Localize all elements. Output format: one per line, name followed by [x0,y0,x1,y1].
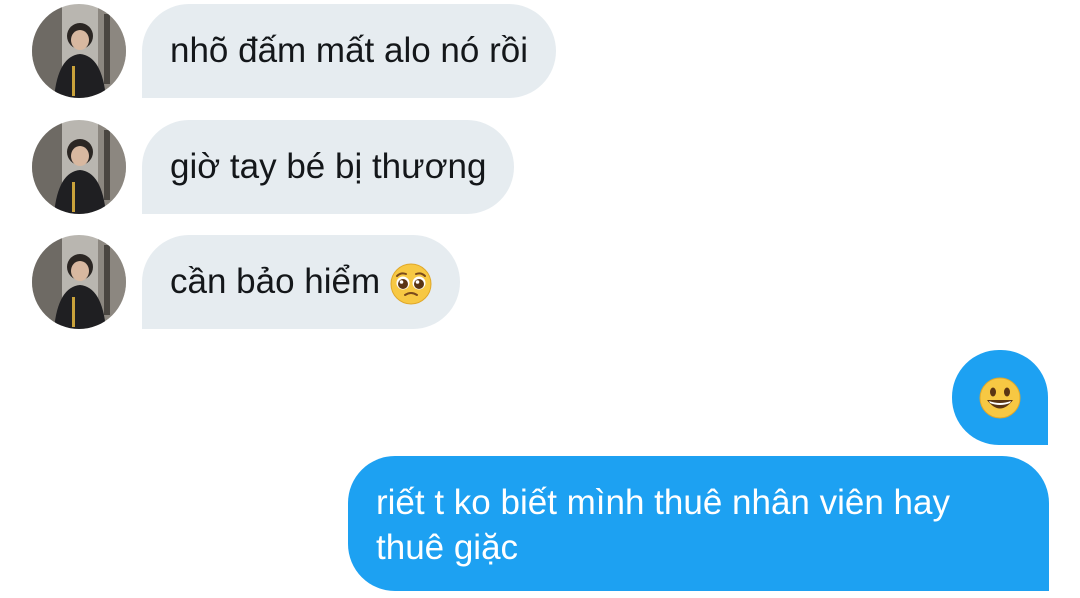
outgoing-message-bubble[interactable]: riết t ko biết mình thuê nhân viên hay t… [348,456,1049,591]
incoming-message-bubble[interactable]: giờ tay bé bị thương [142,120,515,214]
avatar[interactable] [32,4,126,98]
message-text: giờ tay bé bị thương [170,147,487,186]
message-text: nhõ đấm mất alo nó rồi [170,31,528,70]
grinning-face-emoji [979,377,1021,419]
message-text: riết t ko biết mình thuê nhân viên hay t… [376,483,950,567]
avatar[interactable] [32,120,126,214]
message-text: cần bảo hiểm [170,262,381,301]
pleading-face-emoji [390,263,432,305]
incoming-message-bubble[interactable]: nhõ đấm mất alo nó rồi [142,4,556,98]
incoming-message-bubble[interactable]: cần bảo hiểm [142,235,460,329]
outgoing-message-bubble[interactable] [952,350,1048,445]
avatar[interactable] [32,235,126,329]
